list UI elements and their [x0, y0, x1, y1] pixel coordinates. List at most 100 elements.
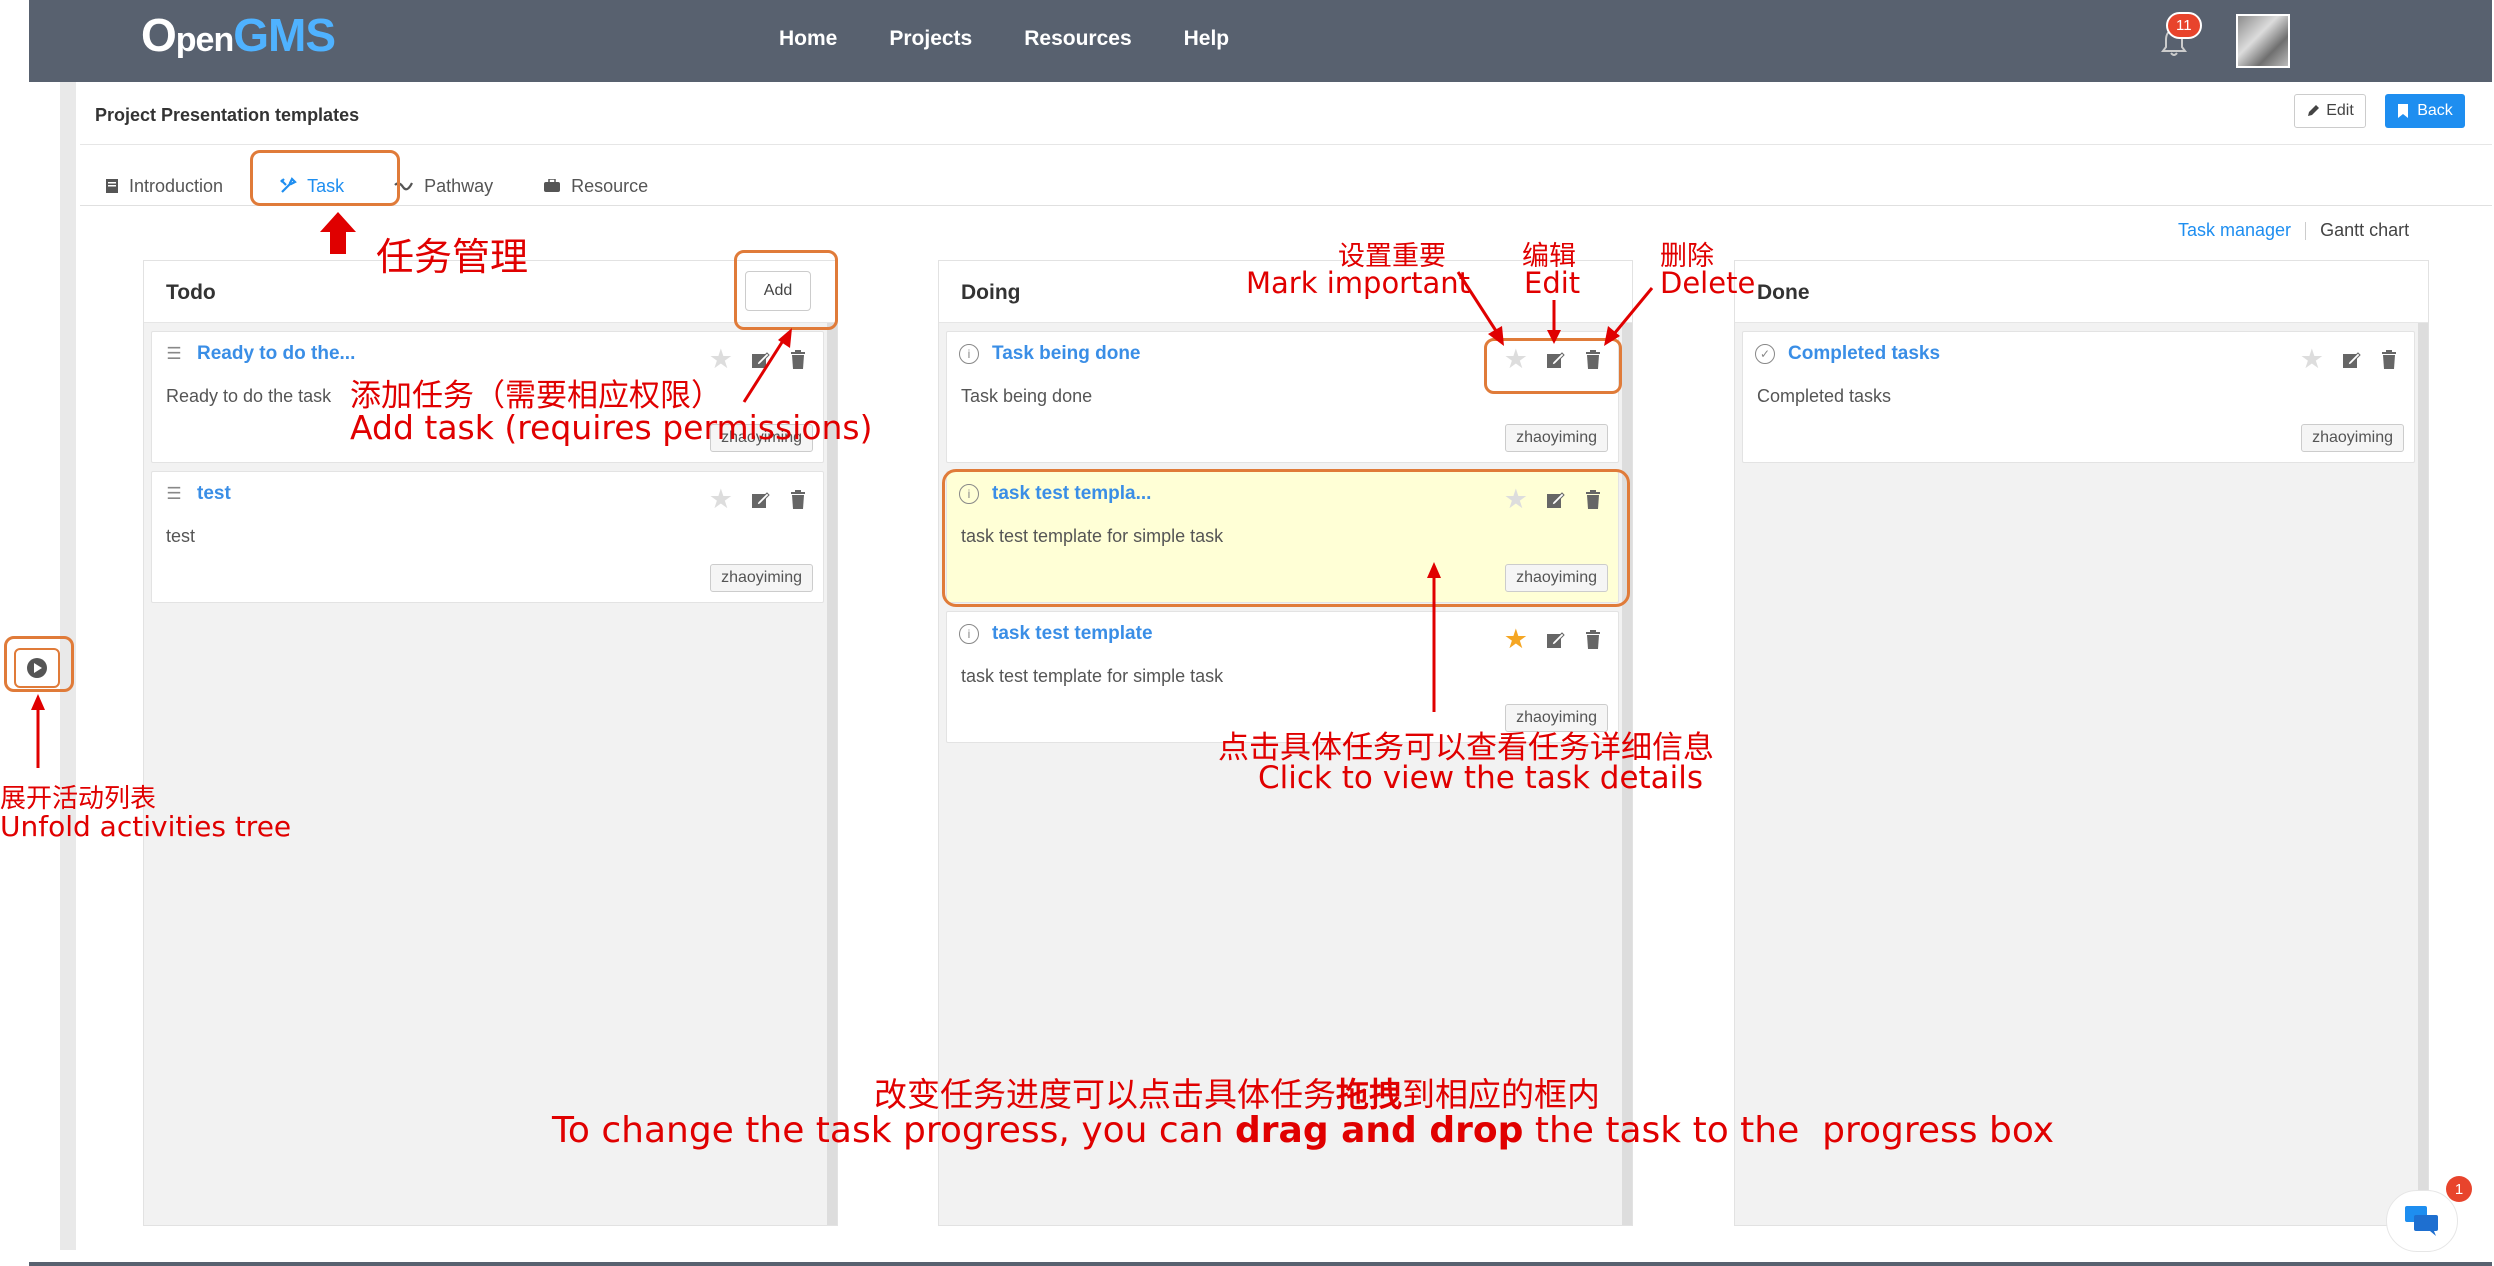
task-card-desc: test [166, 526, 196, 546]
annotation-task-management: 任务管理 [376, 235, 529, 279]
task-card-title: Task being done [992, 343, 1141, 364]
header-divider [80, 144, 2492, 145]
trash-icon[interactable] [2378, 349, 2400, 371]
annotation-edit-en: Edit [1524, 266, 1581, 300]
task-card-desc: Completed tasks [1757, 386, 1892, 406]
nav-resources[interactable]: Resources [1024, 27, 1131, 51]
page-title: Project Presentation templates [95, 105, 360, 125]
view-switch: Task manager Gantt chart [2178, 220, 2409, 241]
check-circle-icon: ✓ [1755, 344, 1775, 364]
task-card-actions: ★ [709, 486, 809, 513]
tab-introduction-label: Introduction [129, 175, 224, 196]
logo-o: O [141, 9, 177, 61]
task-card-actions: ★ [1504, 626, 1604, 653]
task-card-user: zhaoyiming [710, 564, 813, 592]
briefcase-icon [544, 179, 561, 192]
tab-introduction[interactable]: Introduction [105, 176, 223, 197]
task-card-title: Completed tasks [1788, 343, 1941, 364]
done-column-header: Done [1735, 261, 2428, 323]
nav-home[interactable]: Home [779, 27, 837, 51]
annotation-add-en: Add task (requires permissions) [350, 408, 873, 447]
tab-pathway-label: Pathway [424, 175, 494, 196]
tabs-divider [80, 205, 2492, 206]
opengms-logo[interactable]: OpenGMS [141, 8, 336, 62]
edit-icon[interactable] [1544, 629, 1566, 651]
annotation-arrow [31, 694, 45, 768]
done-scrollbar[interactable] [2418, 323, 2428, 1225]
task-card[interactable]: ✓ Completed tasks Completed tasks ★ zhao… [1742, 331, 2415, 463]
chat-icon [2405, 1206, 2438, 1236]
book-icon [106, 179, 118, 193]
task-card-user: zhaoyiming [2301, 424, 2404, 452]
chat-badge: 1 [2446, 1176, 2472, 1202]
drag-en-part2: the task to the progress box [1523, 1110, 2055, 1151]
add-button-highlight [734, 250, 838, 330]
tab-pathway[interactable]: Pathway [394, 176, 493, 197]
annotation-arrow [1427, 562, 1441, 712]
task-card-desc: Task being done [961, 386, 1093, 406]
task-tab-highlight [250, 150, 400, 206]
annotation-arrow [1604, 287, 1654, 346]
todo-scrollbar[interactable] [827, 323, 837, 1225]
star-icon[interactable]: ★ [709, 346, 733, 373]
annotation-important-en: Mark important [1246, 266, 1470, 300]
drag-en-part1: To change the task progress, you can [552, 1110, 1236, 1151]
annotation-arrow [742, 328, 792, 403]
card-highlight [942, 469, 1630, 607]
task-card-title: Ready to do the... [197, 343, 356, 364]
info-icon: i [959, 344, 979, 364]
task-card-desc: task test template for simple task [961, 666, 1224, 686]
task-manager-link[interactable]: Task manager [2178, 220, 2291, 241]
task-card-title: task test template [992, 623, 1153, 644]
bottom-border [29, 1262, 2492, 1266]
user-avatar[interactable] [2236, 14, 2290, 68]
tab-resource[interactable]: Resource [543, 176, 648, 197]
logo-pen: pen [175, 21, 234, 59]
chat-button[interactable] [2386, 1190, 2458, 1252]
notification-badge: 11 [2166, 12, 2202, 39]
task-card[interactable]: ☰ test test ★ zhaoyiming [151, 471, 824, 603]
edit-icon[interactable] [749, 489, 771, 511]
info-icon: i [959, 624, 979, 644]
top-navbar: OpenGMS Home Projects Resources Help [29, 0, 2492, 82]
drag-en-bold: drag and drop [1235, 1110, 1524, 1151]
edit-button[interactable]: Edit [2294, 94, 2366, 128]
drag-cn-part2: 到相应的框内 [1402, 1075, 1600, 1114]
annotation-unfold-en: Unfold activities tree [0, 810, 292, 843]
drag-cn-bold: 拖拽 [1336, 1075, 1402, 1114]
annotation-arrow [320, 212, 356, 254]
list-icon: ☰ [166, 484, 182, 503]
done-column-title: Done [1757, 281, 1810, 304]
annotation-delete-en: Delete [1660, 266, 1756, 300]
list-icon: ☰ [166, 344, 182, 363]
toggle-highlight [4, 636, 74, 692]
nav-help[interactable]: Help [1184, 27, 1230, 51]
trash-icon[interactable] [1582, 629, 1604, 651]
done-column[interactable]: Done ✓ Completed tasks Completed tasks ★… [1734, 260, 2429, 1226]
task-card-desc: Ready to do the task [166, 386, 332, 406]
star-icon[interactable]: ★ [2300, 346, 2324, 373]
todo-column-title: Todo [166, 281, 216, 304]
nav-projects[interactable]: Projects [889, 27, 972, 51]
annotation-arrow [1456, 271, 1504, 346]
annotation-arrow [1547, 300, 1561, 344]
view-separator [2305, 221, 2307, 240]
back-button[interactable]: Back [2385, 94, 2465, 128]
back-button-label: Back [2417, 102, 2453, 119]
edit-icon[interactable] [2340, 349, 2362, 371]
drag-cn-part1: 改变任务进度可以点击具体任务 [874, 1075, 1336, 1114]
bookmark-icon [2398, 104, 2409, 118]
task-card-user: zhaoyiming [1505, 424, 1608, 452]
pencil-icon [2308, 105, 2320, 116]
logo-gms: GMS [233, 9, 336, 61]
trash-icon[interactable] [787, 489, 809, 511]
annotation-details-en: Click to view the task details [1258, 760, 1704, 796]
edit-button-label: Edit [2326, 102, 2354, 119]
annotation-drag-cn: 改变任务进度可以点击具体任务拖拽到相应的框内 [874, 1068, 1600, 1116]
task-card-title: test [197, 483, 231, 504]
star-icon[interactable]: ★ [1504, 626, 1528, 653]
tab-bar: Introduction Task Pathway Resource [105, 166, 698, 206]
star-icon[interactable]: ★ [709, 486, 733, 513]
annotation-drag-en: To change the task progress, you can dra… [552, 1110, 2054, 1151]
gantt-chart-link[interactable]: Gantt chart [2320, 220, 2409, 241]
